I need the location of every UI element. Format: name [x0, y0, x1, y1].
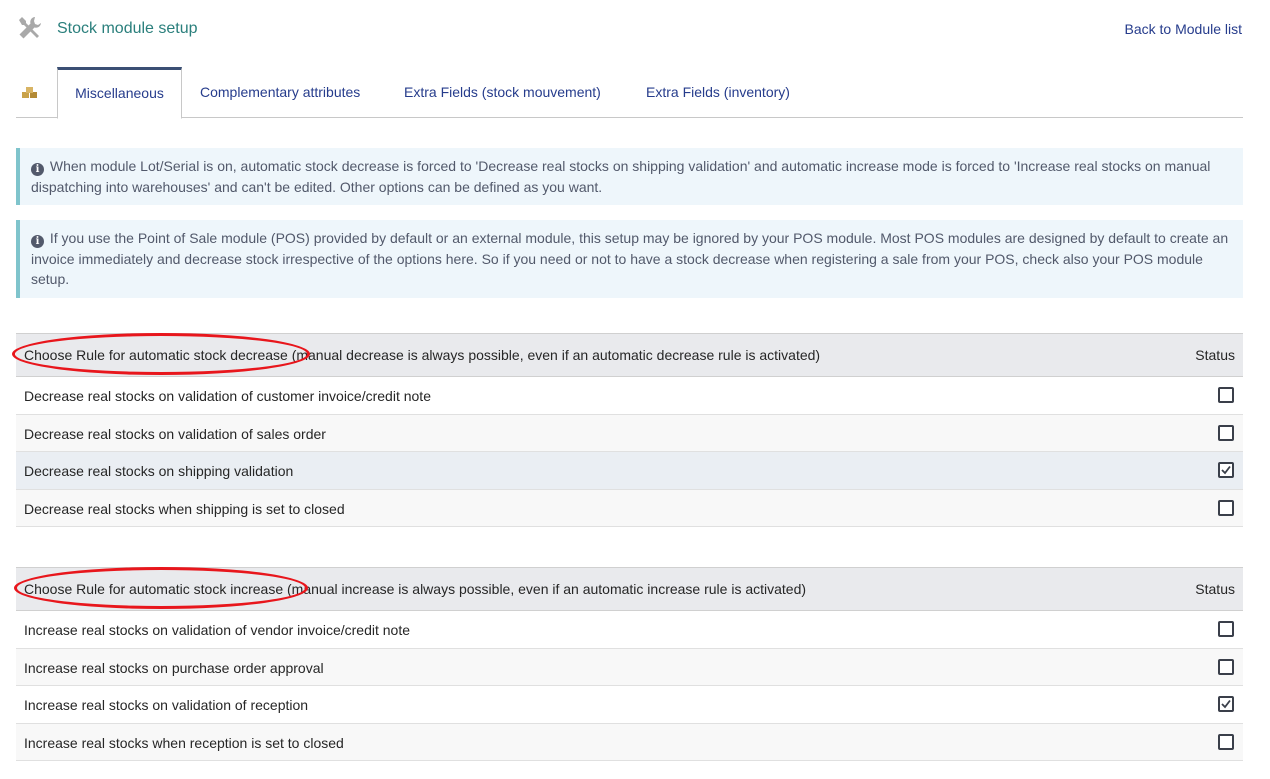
table-row: Decrease real stocks on validation of cu… — [16, 377, 1243, 415]
table-row: Decrease real stocks when shipping is se… — [16, 489, 1243, 527]
stock-module-setup-page: Stock module setup Back to Module list M… — [0, 0, 1270, 779]
table-row: Increase real stocks when reception is s… — [16, 723, 1243, 761]
rule-checkbox[interactable] — [1218, 658, 1234, 675]
status-column-header: Status — [1195, 581, 1235, 597]
info-box-lot-serial: i When module Lot/Serial is on, automati… — [16, 148, 1243, 205]
info-icon: i — [31, 163, 44, 176]
tab-bar: Miscellaneous Complementary attributes E… — [16, 67, 1243, 119]
increase-rules-header: Choose Rule for automatic stock increase… — [24, 581, 807, 597]
rule-label: Decrease real stocks when shipping is se… — [24, 500, 345, 517]
rule-checkbox[interactable] — [1218, 621, 1234, 637]
rule-checkbox[interactable] — [1218, 696, 1234, 712]
table-row: Decrease real stocks on validation of sa… — [16, 414, 1243, 452]
table-header: Choose Rule for automatic stock decrease… — [16, 333, 1243, 377]
rule-checkbox[interactable] — [1218, 462, 1234, 478]
increase-rules-table: Choose Rule for automatic stock increase… — [16, 567, 1243, 761]
rule-checkbox[interactable] — [1218, 424, 1234, 441]
back-to-module-list-link[interactable]: Back to Module list — [1125, 21, 1243, 37]
decrease-rules-header: Choose Rule for automatic stock decrease… — [24, 347, 821, 363]
tools-icon — [16, 14, 44, 42]
page-header: Stock module setup Back to Module list — [0, 0, 1270, 60]
tab-extra-fields-inventory[interactable]: Extra Fields (inventory) — [646, 67, 790, 118]
info-text: When module Lot/Serial is on, automatic … — [31, 158, 1211, 195]
rule-checkbox[interactable] — [1218, 387, 1234, 403]
table-row: Decrease real stocks on shipping validat… — [16, 452, 1243, 490]
tab-module-icon[interactable] — [16, 67, 46, 118]
checkmark-icon — [1221, 465, 1231, 475]
rule-label: Decrease real stocks on shipping validat… — [24, 463, 294, 479]
page-title: Stock module setup — [57, 20, 198, 37]
decrease-rules-table: Choose Rule for automatic stock decrease… — [16, 333, 1243, 527]
tab-miscellaneous[interactable]: Miscellaneous — [57, 67, 182, 119]
rule-label: Increase real stocks on validation of re… — [24, 697, 309, 713]
rule-label: Increase real stocks on purchase order a… — [24, 659, 324, 676]
rule-label: Increase real stocks on validation of ve… — [24, 622, 410, 638]
table-header: Choose Rule for automatic stock increase… — [16, 567, 1243, 611]
info-text: If you use the Point of Sale module (POS… — [31, 230, 1229, 287]
table-row: Increase real stocks on validation of ve… — [16, 611, 1243, 649]
table-row: Increase real stocks on purchase order a… — [16, 648, 1243, 686]
rule-checkbox[interactable] — [1218, 499, 1234, 516]
tab-extra-fields-stock-mouvement[interactable]: Extra Fields (stock mouvement) — [404, 67, 601, 118]
info-icon: i — [31, 235, 44, 248]
rule-label: Increase real stocks when reception is s… — [24, 734, 344, 751]
rule-checkbox[interactable] — [1218, 733, 1234, 750]
status-column-header: Status — [1195, 347, 1235, 363]
boxes-icon — [22, 87, 37, 98]
checkmark-icon — [1221, 699, 1231, 709]
rule-label: Decrease real stocks on validation of sa… — [24, 425, 326, 442]
tab-complementary-attributes[interactable]: Complementary attributes — [200, 67, 360, 118]
rule-label: Decrease real stocks on validation of cu… — [24, 388, 431, 404]
table-row: Increase real stocks on validation of re… — [16, 686, 1243, 724]
info-box-pos: i If you use the Point of Sale module (P… — [16, 220, 1243, 298]
